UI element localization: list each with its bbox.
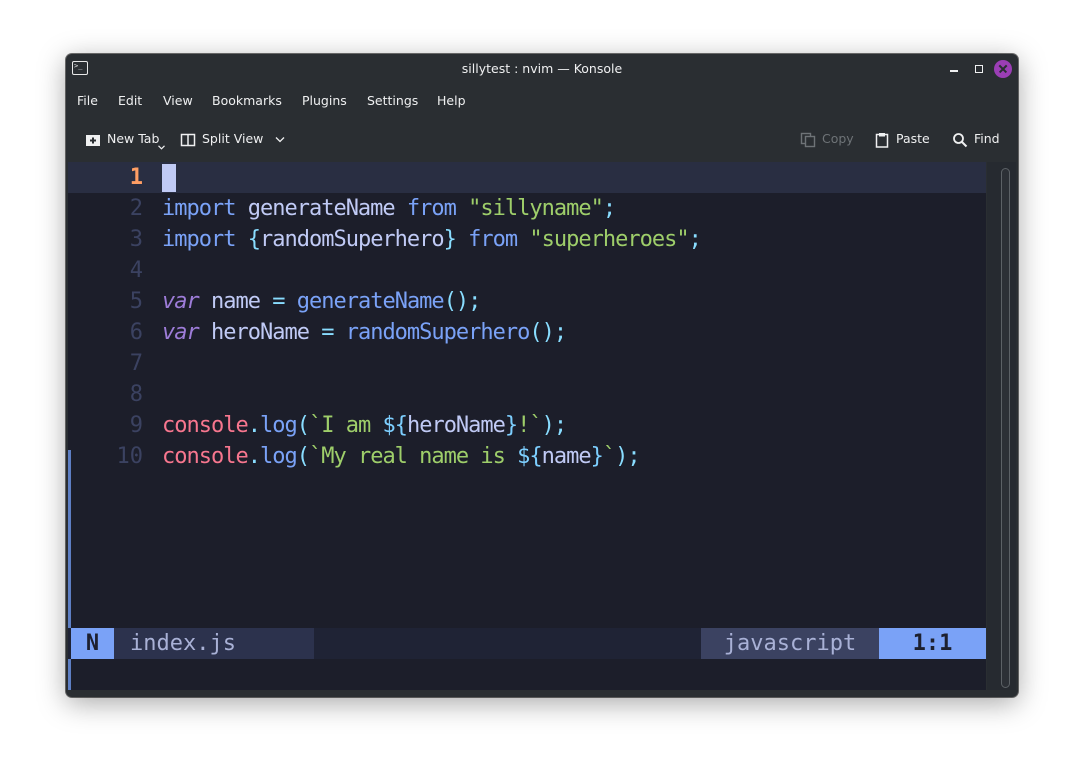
filename: index.js — [130, 631, 236, 656]
line-number: 8 — [129, 382, 143, 407]
paste-button[interactable]: Paste — [874, 124, 934, 154]
menu-help[interactable]: Help — [437, 87, 466, 115]
new-tab-button[interactable]: New Tab — [85, 124, 167, 154]
split-view-icon — [180, 133, 196, 147]
editor-line[interactable]: 4 — [68, 255, 986, 286]
code-text: import {randomSuperhero} from "superhero… — [162, 227, 702, 252]
copy-label: Copy — [822, 131, 854, 146]
menu-bar: File Edit View Bookmarks Plugins Setting… — [66, 87, 1018, 115]
window-title: sillytest : nvim — Konsole — [461, 61, 623, 76]
find-button[interactable]: Find — [952, 124, 1008, 154]
editor-line[interactable]: 8 — [68, 379, 986, 410]
editor-line[interactable]: 1 — [68, 162, 986, 193]
new-tab-label: New Tab — [107, 131, 160, 146]
menu-file[interactable]: File — [77, 87, 98, 115]
editor-line[interactable]: 2 import generateName from "sillyname"; — [68, 193, 986, 224]
editor-line[interactable]: 10 console.log(`My real name is ${name}`… — [68, 441, 986, 472]
code-text: var heroName = randomSuperhero(); — [162, 320, 567, 345]
editor-line[interactable]: 3 import {randomSuperhero} from "superhe… — [68, 224, 986, 255]
split-view-button[interactable]: Split View — [180, 124, 290, 154]
status-line: N index.js javascript 1:1 — [68, 628, 986, 659]
line-number: 7 — [129, 351, 143, 376]
line-number: 9 — [129, 413, 143, 438]
terminal-area[interactable]: 1 2 import generateName from "sillyname"… — [68, 162, 986, 690]
line-number: 10 — [116, 444, 144, 469]
menu-view[interactable]: View — [163, 87, 193, 115]
code-text: console.log(`My real name is ${name}`); — [162, 444, 641, 469]
editor-line[interactable]: 9 console.log(`I am ${heroName}!`); — [68, 410, 986, 441]
code-text: console.log(`I am ${heroName}!`); — [162, 413, 567, 438]
find-label: Find — [974, 131, 1000, 146]
code-text: import generateName from "sillyname"; — [162, 196, 616, 221]
cursor-position: 1:1 — [879, 628, 986, 659]
split-view-label: Split View — [202, 131, 264, 146]
filetype-section: javascript — [701, 628, 879, 659]
line-number: 1 — [129, 165, 143, 190]
clipboard-icon — [875, 133, 889, 148]
text-cursor — [162, 164, 176, 192]
menu-plugins[interactable]: Plugins — [302, 87, 347, 115]
minimize-button[interactable] — [946, 61, 962, 77]
mode-indicator: N — [71, 628, 114, 659]
line-number: 6 — [129, 320, 143, 345]
new-tab-icon — [86, 135, 100, 146]
chevron-down-icon[interactable] — [275, 136, 285, 143]
copy-icon — [800, 132, 816, 148]
paste-label: Paste — [896, 131, 930, 146]
menu-edit[interactable]: Edit — [118, 87, 142, 115]
editor-line[interactable]: 6 var heroName = randomSuperhero(); — [68, 317, 986, 348]
konsole-window: >_ sillytest : nvim — Konsole File Edit … — [66, 54, 1018, 697]
close-button[interactable] — [994, 60, 1012, 78]
code-text: var name = generateName(); — [162, 289, 481, 314]
chevron-down-icon[interactable] — [158, 145, 165, 150]
menu-settings[interactable]: Settings — [367, 87, 418, 115]
line-number: 4 — [129, 258, 143, 283]
line-number: 2 — [129, 196, 143, 221]
title-bar[interactable]: >_ sillytest : nvim — Konsole — [66, 54, 1018, 84]
copy-button[interactable]: Copy — [800, 124, 860, 154]
line-number: 5 — [129, 289, 143, 314]
editor-line[interactable]: 7 — [68, 348, 986, 379]
search-icon — [953, 133, 968, 148]
editor-line[interactable]: 5 var name = generateName(); — [68, 286, 986, 317]
menu-bookmarks[interactable]: Bookmarks — [212, 87, 282, 115]
maximize-button[interactable] — [971, 61, 987, 77]
toolbar: New Tab Split View Copy Paste Find — [66, 124, 1018, 154]
line-number: 3 — [129, 227, 143, 252]
filename-section: index.js — [114, 628, 314, 659]
scrollbar-thumb[interactable] — [1001, 168, 1010, 688]
